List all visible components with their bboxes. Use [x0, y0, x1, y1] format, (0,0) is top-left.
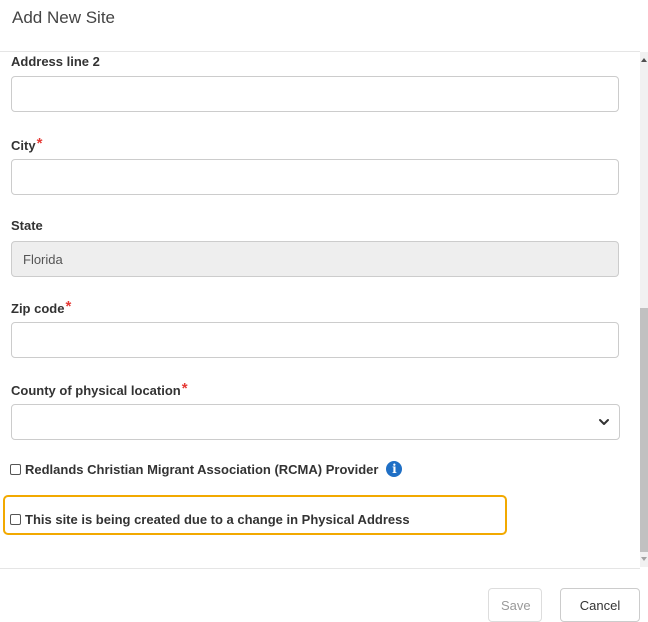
rcma-provider-row: Redlands Christian Migrant Association (… — [10, 461, 403, 477]
cancel-button[interactable]: Cancel — [560, 588, 640, 622]
county-select[interactable] — [11, 404, 620, 440]
modal-body: Address line 2 City* State Zip code* Cou… — [0, 52, 640, 567]
address-line2-label: Address line 2 — [11, 54, 100, 69]
save-button[interactable]: Save — [488, 588, 542, 622]
zip-label-text: Zip code — [11, 301, 65, 316]
zip-input[interactable] — [11, 322, 619, 358]
info-circle-icon[interactable]: i — [386, 461, 403, 477]
scroll-down-arrow-icon[interactable] — [641, 557, 647, 561]
required-asterisk: * — [181, 380, 188, 397]
zip-label: Zip code* — [11, 298, 71, 316]
scroll-thumb[interactable] — [640, 308, 648, 552]
state-label-text: State — [11, 218, 43, 233]
county-label: County of physical location* — [11, 380, 188, 398]
address-change-row: This site is being created due to a chan… — [10, 512, 410, 527]
address-change-label[interactable]: This site is being created due to a chan… — [25, 512, 410, 527]
required-asterisk: * — [36, 135, 43, 152]
address-change-checkbox[interactable] — [10, 514, 21, 525]
modal-title: Add New Site — [12, 8, 115, 27]
city-label-text: City — [11, 138, 36, 153]
vertical-scrollbar[interactable] — [640, 52, 648, 567]
scroll-up-arrow-icon[interactable] — [641, 58, 647, 62]
state-input — [11, 241, 619, 277]
rcma-provider-checkbox[interactable] — [10, 463, 21, 475]
address-line2-input[interactable] — [11, 76, 619, 112]
footer-divider — [0, 568, 640, 569]
required-asterisk: * — [65, 298, 72, 315]
rcma-provider-label[interactable]: Redlands Christian Migrant Association (… — [25, 462, 378, 477]
city-label: City* — [11, 135, 42, 153]
address-line2-label-text: Address line 2 — [11, 54, 100, 69]
chevron-down-icon — [599, 419, 609, 425]
city-input[interactable] — [11, 159, 619, 195]
state-label: State — [11, 218, 43, 233]
county-label-text: County of physical location — [11, 383, 181, 398]
